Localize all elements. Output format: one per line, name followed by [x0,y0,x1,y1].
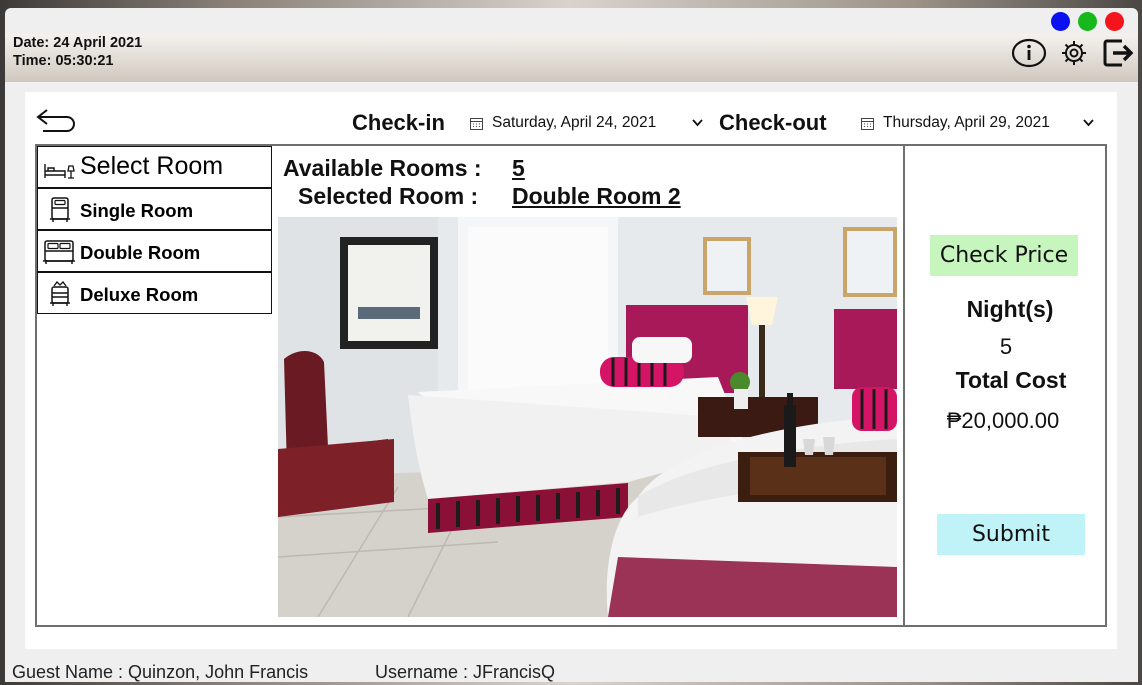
calendar-icon [861,118,874,130]
close-button[interactable] [1105,12,1124,31]
total-cost-label: Total Cost [955,367,1067,393]
chevron-down-icon[interactable] [1083,119,1094,127]
current-date: Date: 24 April 2021 [13,35,143,51]
deluxe-bed-icon [50,281,70,306]
panel-divider [903,146,905,625]
select-room-title: Select Room [80,152,224,180]
select-room-heading: Select Room [37,146,272,188]
submit-button[interactable]: Submit [937,514,1085,555]
booking-panel: Check-in Saturday, April 24, 2021 Check-… [25,92,1117,649]
selected-room-value: Double Room 2 [512,183,681,209]
app-window: Date: 24 April 2021 Time: 05:30:21 Check… [5,8,1138,682]
header-bar: Date: 24 April 2021 Time: 05:30:21 [5,34,1138,82]
calendar-icon [470,118,483,130]
nights-value: 5 [999,334,1013,359]
room-option-deluxe[interactable]: Deluxe Room [37,272,272,314]
current-time: Time: 05:30:21 [13,53,114,69]
room-option-double[interactable]: Double Room [37,230,272,272]
guest-name: Guest Name : Quinzon, John Francis [12,662,309,682]
room-photo [278,217,897,617]
checkin-date-value: Saturday, April 24, 2021 [492,114,657,131]
logout-icon[interactable] [1102,38,1136,68]
checkout-date-value: Thursday, April 29, 2021 [883,114,1050,131]
room-option-label: Double Room [80,242,201,263]
available-rooms-value: 5 [512,155,525,181]
check-price-button[interactable]: Check Price [930,235,1078,276]
chevron-down-icon[interactable] [692,119,703,127]
room-photo-illustration [278,217,897,617]
minimize-button[interactable] [1051,12,1070,31]
single-bed-icon [50,197,70,222]
double-bed-icon [43,240,75,264]
bed-lamp-icon [44,164,75,179]
room-option-label: Single Room [80,200,194,221]
maximize-button[interactable] [1078,12,1097,31]
content-box: Select Room Single Room Double Room Delu… [35,144,1107,627]
total-cost-value: ₱20,000.00 [946,408,1060,433]
gear-icon[interactable] [1057,38,1091,68]
nights-label: Night(s) [966,296,1054,322]
username: Username : JFrancisQ [375,662,556,682]
checkin-label: Check-in [352,110,445,135]
info-icon[interactable] [1011,38,1047,68]
checkout-label: Check-out [719,110,827,135]
available-rooms-label: Available Rooms : [283,155,482,181]
back-arrow-icon[interactable] [35,106,77,134]
selected-room-label: Selected Room : [298,183,479,209]
room-option-single[interactable]: Single Room [37,188,272,230]
room-option-label: Deluxe Room [80,284,199,305]
